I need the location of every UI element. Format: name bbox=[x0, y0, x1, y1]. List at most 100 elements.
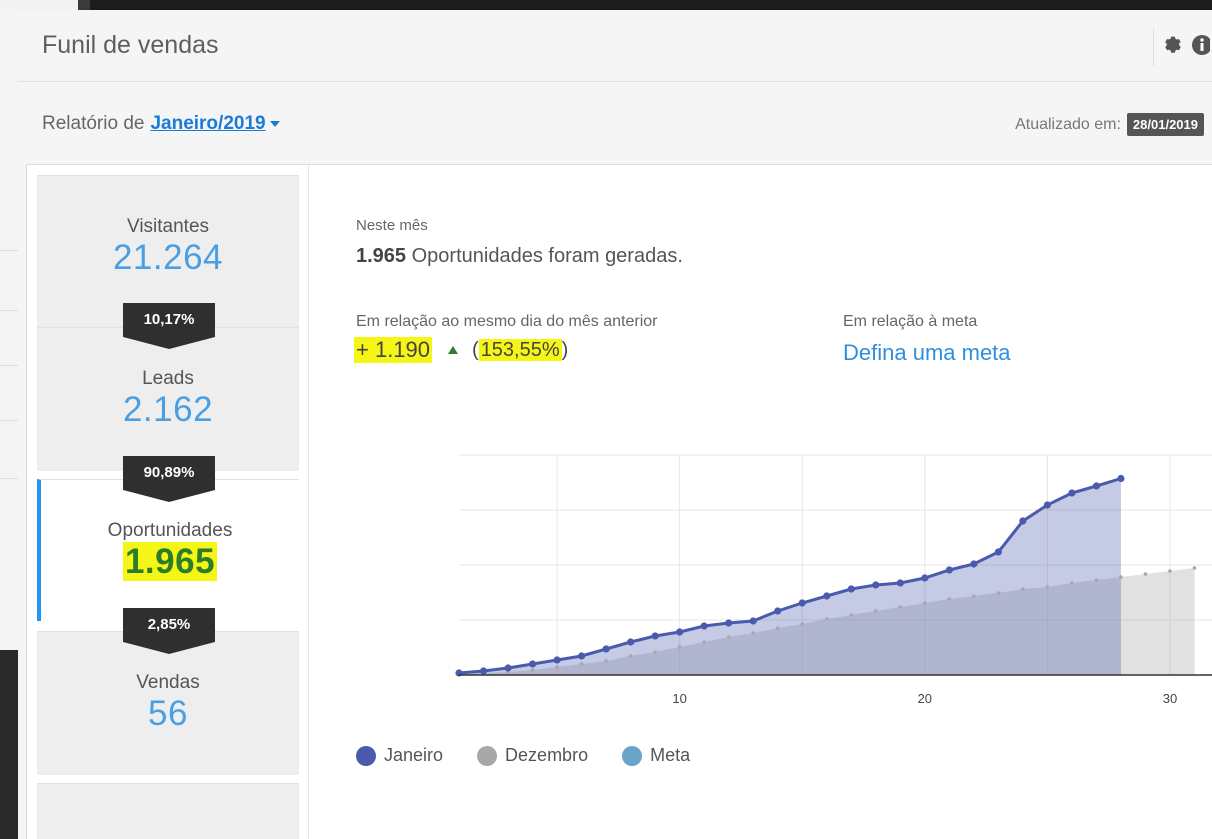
data-point bbox=[921, 574, 929, 582]
background bbox=[0, 650, 18, 839]
data-point bbox=[751, 631, 755, 635]
comparison-value-row: + 1.190 (153,55%) bbox=[354, 337, 568, 363]
conversion-rate-badge: 10,17% bbox=[123, 303, 215, 351]
data-point bbox=[1094, 578, 1099, 582]
data-point bbox=[479, 667, 488, 675]
updated-info: Atualizado em: 28/01/2019 bbox=[1015, 113, 1204, 136]
data-point bbox=[847, 585, 855, 593]
header-divider bbox=[1153, 28, 1154, 66]
chevron-down-icon[interactable] bbox=[269, 121, 280, 127]
data-point bbox=[577, 652, 586, 660]
data-point bbox=[800, 622, 805, 626]
stage-value: 21.264 bbox=[112, 238, 224, 277]
goal-label: Em relação à meta bbox=[843, 313, 978, 330]
data-point bbox=[1068, 489, 1076, 497]
data-point bbox=[923, 601, 927, 605]
data-point bbox=[1119, 575, 1123, 579]
stage-value: 2.162 bbox=[122, 390, 214, 429]
data-point bbox=[1092, 482, 1101, 490]
legend-swatch bbox=[356, 745, 376, 766]
legend-item-dezembro[interactable]: Dezembro bbox=[477, 745, 588, 766]
legend-swatch bbox=[622, 745, 643, 766]
data-point bbox=[872, 581, 880, 589]
data-point bbox=[1043, 501, 1051, 509]
data-point bbox=[1045, 585, 1050, 589]
funnel-column: Visitantes 21.264 Leads 2.162 Oportunida… bbox=[27, 165, 309, 839]
data-point bbox=[996, 591, 1001, 595]
data-point bbox=[676, 628, 684, 636]
x-tick-label: 20 bbox=[918, 691, 932, 706]
data-point bbox=[1192, 566, 1197, 570]
data-point bbox=[651, 632, 659, 640]
info-icon[interactable] bbox=[1190, 34, 1212, 56]
updated-date-badge: 28/01/2019 bbox=[1126, 113, 1204, 136]
data-point bbox=[898, 605, 903, 609]
legend-item-meta[interactable]: Meta bbox=[622, 745, 690, 766]
data-point bbox=[749, 617, 757, 625]
data-point bbox=[1019, 517, 1027, 525]
opportunities-count: 1.965 bbox=[356, 245, 407, 267]
data-point bbox=[824, 617, 829, 621]
data-point bbox=[725, 619, 733, 627]
data-point bbox=[1021, 587, 1025, 591]
data-point bbox=[700, 622, 708, 630]
stage-label: Visitantes bbox=[126, 216, 210, 237]
legend-label: Meta bbox=[650, 745, 691, 765]
gear-icon[interactable] bbox=[1162, 34, 1184, 56]
data-point bbox=[1070, 581, 1074, 585]
opportunities-chart: 10 20 30 bbox=[455, 454, 1212, 706]
legend-label: Janeiro bbox=[384, 745, 444, 765]
x-tick-label: 30 bbox=[1163, 691, 1177, 706]
updated-label: Atualizado em: bbox=[1015, 115, 1121, 133]
report-body: Visitantes 21.264 Leads 2.162 Oportunida… bbox=[26, 164, 1212, 839]
conversion-rate: 10,17% bbox=[123, 303, 215, 337]
period-label: Neste mês bbox=[356, 217, 428, 234]
conversion-rate-badge: 90,89% bbox=[123, 456, 215, 504]
stage-label: Oportunidades bbox=[107, 520, 233, 541]
opportunities-text: Oportunidades foram geradas. bbox=[411, 245, 683, 267]
data-point bbox=[553, 656, 561, 664]
data-point bbox=[604, 659, 608, 663]
data-point bbox=[579, 662, 584, 666]
legend-swatch bbox=[477, 745, 498, 766]
report-bar: Relatório de Janeiro/2019 Atualizado em:… bbox=[18, 82, 1212, 166]
data-point bbox=[1117, 474, 1125, 483]
data-point bbox=[628, 654, 633, 658]
background bbox=[90, 0, 1212, 10]
stage-label: Vendas bbox=[136, 672, 200, 693]
stage-value: 56 bbox=[148, 694, 188, 733]
data-point bbox=[947, 597, 952, 601]
data-point bbox=[873, 609, 878, 613]
data-point bbox=[702, 640, 706, 644]
background-panel bbox=[0, 0, 78, 10]
conversion-rate: 90,89% bbox=[123, 456, 215, 490]
sales-funnel-widget: Funil de vendas Relatório de Janeiro/201… bbox=[18, 10, 1212, 839]
data-point bbox=[1168, 569, 1172, 573]
data-point bbox=[972, 594, 976, 598]
data-point bbox=[504, 664, 512, 672]
data-point bbox=[602, 645, 610, 653]
data-point bbox=[945, 566, 953, 574]
stage-detail: Neste mês 1.965 Oportunidades foram gera… bbox=[309, 165, 1212, 839]
arrow-up-icon bbox=[448, 346, 459, 354]
comparison-percent: (153,55%) bbox=[472, 338, 569, 361]
data-point bbox=[774, 607, 782, 615]
data-point bbox=[555, 665, 559, 669]
set-goal-link[interactable]: Defina uma meta bbox=[843, 340, 1011, 366]
data-point bbox=[775, 626, 780, 630]
data-point bbox=[528, 660, 537, 668]
data-point bbox=[726, 635, 731, 639]
data-point bbox=[994, 548, 1002, 556]
data-point bbox=[1143, 572, 1148, 576]
legend-item-janeiro[interactable]: Janeiro bbox=[356, 745, 443, 766]
conversion-rate-badge: 2,85% bbox=[123, 608, 215, 656]
data-point bbox=[849, 613, 854, 617]
report-prefix: Relatório de bbox=[42, 113, 145, 134]
chart-legend: Janeiro Dezembro Meta bbox=[356, 745, 724, 766]
month-selector[interactable]: Janeiro/2019 bbox=[150, 113, 265, 135]
data-point bbox=[896, 579, 904, 587]
data-point bbox=[530, 668, 535, 672]
opportunities-summary: 1.965 Oportunidades foram geradas. bbox=[356, 245, 683, 268]
widget-header: Funil de vendas bbox=[18, 10, 1212, 82]
comparison-value: + 1.190 bbox=[354, 337, 433, 363]
